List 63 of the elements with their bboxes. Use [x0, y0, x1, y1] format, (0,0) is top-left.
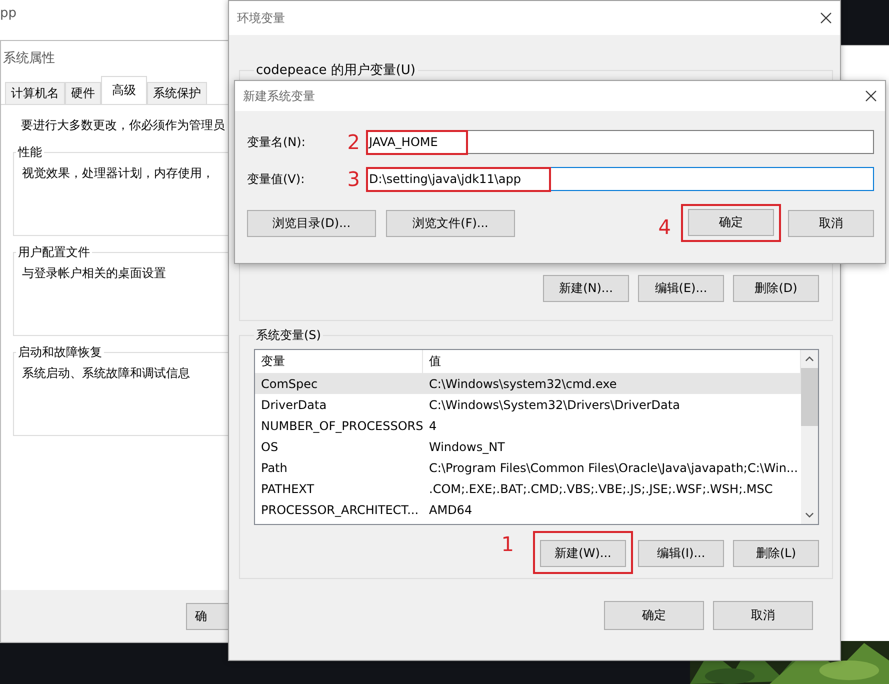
- input-field[interactable]: JAVA_HOME: [366, 130, 874, 154]
- step-number: 4: [658, 215, 671, 239]
- variable-value: C:\Program Files\Common Files\Oracle\Java\javapath;C:\Win...: [428, 460, 799, 474]
- field-label: 变量名(N):: [247, 134, 306, 150]
- window-title: pp: [0, 6, 17, 21]
- window-title: 系统属性: [3, 50, 55, 66]
- variable-value: C:\Windows\system32\cmd.exe: [428, 376, 618, 390]
- scrollbar[interactable]: [801, 350, 818, 524]
- notice-text: 要进行大多数更改，你必须作为管理员: [21, 117, 226, 134]
- list-row[interactable]: DriverData C:\Windows\System32\Drivers\DriverData: [255, 394, 801, 415]
- ok-button[interactable]: 确定: [688, 209, 774, 236]
- step-number: 3: [347, 167, 360, 191]
- list-row[interactable]: Path C:\Program Files\Common Files\Oracle\Java\javapath;C:\Win...: [255, 457, 801, 478]
- dialog-button[interactable]: 新建(N)...: [543, 275, 629, 302]
- window-title: 新建系统变量: [243, 88, 315, 104]
- scroll-up-icon[interactable]: [805, 356, 814, 362]
- variable-value: C:\Windows\System32\Drivers\DriverData: [428, 398, 681, 412]
- dialog-button[interactable]: 确定: [604, 601, 704, 630]
- dialog-button[interactable]: 删除(L): [733, 540, 819, 567]
- variable-name: NUMBER_OF_PROCESSORS: [260, 418, 423, 432]
- tab[interactable]: 高级: [101, 76, 147, 104]
- group-title: 系统变量(S): [255, 327, 322, 344]
- variable-value: AMD64: [428, 502, 474, 516]
- list-row[interactable]: ComSpec C:\Windows\system32\cmd.exe: [255, 373, 801, 394]
- step-number: 1: [501, 532, 514, 556]
- field-label: 变量值(V):: [247, 170, 306, 188]
- close-icon[interactable]: [820, 12, 832, 24]
- variable-name: Path: [260, 460, 288, 474]
- scroll-down-icon[interactable]: [805, 512, 814, 518]
- browse-button[interactable]: 浏览目录(D)...: [247, 210, 376, 236]
- list-row[interactable]: PATHEXT .COM;.EXE;.BAT;.CMD;.VBS;.VBE;.JS;.JSE;.WSF;.WSH;.MSC: [255, 478, 801, 499]
- variable-value: 4: [428, 418, 438, 432]
- group-description: 视觉效果，处理器计划，内存使用，: [22, 166, 214, 180]
- browse-button[interactable]: 浏览文件(F)...: [386, 210, 515, 236]
- input-field[interactable]: D:\setting\java\jdk11\app: [366, 167, 874, 191]
- cancel-button[interactable]: 取消: [788, 210, 874, 236]
- group-title: codepeace 的用户变量(U): [255, 62, 417, 79]
- new-button[interactable]: 新建(W)...: [540, 540, 626, 567]
- variable-name: OS: [260, 440, 280, 454]
- group-title: 用户配置文件: [17, 244, 91, 261]
- variable-value: Windows_NT: [428, 440, 506, 454]
- list-row[interactable]: PROCESSOR_ARCHITECT... AMD64: [255, 499, 801, 520]
- group-title: 启动和故障恢复: [17, 344, 103, 361]
- dialog-button[interactable]: 编辑(I)...: [638, 540, 724, 567]
- group-title: 性能: [16, 144, 43, 161]
- dialog-button[interactable]: 编辑(E)...: [638, 275, 724, 302]
- group-description: 与登录帐户相关的桌面设置: [22, 266, 166, 280]
- tab[interactable]: 系统保护: [147, 82, 207, 104]
- variable-name: PROCESSOR_ARCHITECT...: [260, 502, 420, 516]
- dialog-button[interactable]: 删除(D): [733, 275, 819, 302]
- variable-value: .COM;.EXE;.BAT;.CMD;.VBS;.VBE;.JS;.JSE;.WSF;.WSH;.MSC: [428, 482, 774, 496]
- list-row[interactable]: OS Windows_NT: [255, 436, 801, 457]
- window-title: 环境变量: [237, 10, 285, 26]
- tab[interactable]: 计算机名: [5, 82, 65, 104]
- list-row[interactable]: NUMBER_OF_PROCESSORS 4: [255, 415, 801, 436]
- step-number: 2: [347, 130, 360, 154]
- variable-name: PATHEXT: [260, 482, 316, 496]
- dialog-button[interactable]: 取消: [713, 601, 813, 630]
- variable-name: DriverData: [260, 398, 328, 412]
- tab[interactable]: 硬件: [65, 82, 101, 104]
- close-icon[interactable]: [865, 90, 877, 102]
- group-description: 系统启动、系统故障和调试信息: [22, 366, 190, 380]
- variable-name: ComSpec: [260, 376, 319, 390]
